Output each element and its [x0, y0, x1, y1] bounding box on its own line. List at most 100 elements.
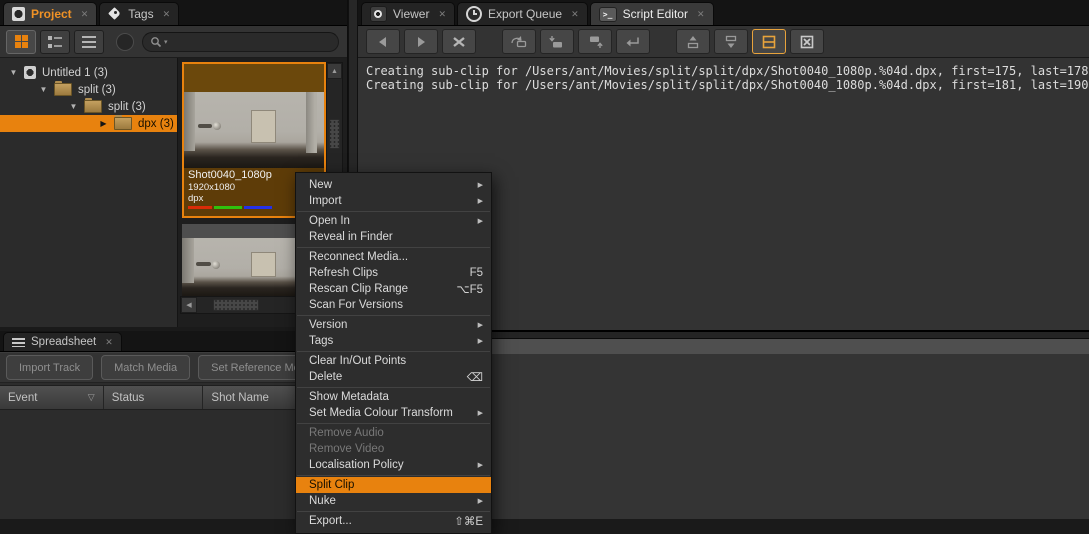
door-handle — [196, 262, 210, 266]
menu-item-scan-for-versions[interactable]: Scan For Versions — [296, 297, 491, 313]
menu-item-rescan-clip-range[interactable]: Rescan Clip Range⌥F5 — [296, 281, 491, 297]
run-script-button[interactable] — [616, 29, 650, 54]
project-toolbar: ▾ — [0, 26, 347, 58]
tree-item-split-3-[interactable]: ▼split (3) — [0, 98, 177, 115]
menu-item-open-in[interactable]: Open In▶ — [296, 213, 491, 229]
history-back-button[interactable] — [366, 29, 400, 54]
hiero-workspace: { "colors": {"accent": "#e8820e", "panel… — [0, 0, 1089, 519]
submenu-arrow-icon: ▶ — [478, 337, 483, 345]
column-header-event[interactable]: Event▽ — [0, 386, 104, 409]
submenu-arrow-icon: ▶ — [478, 321, 483, 329]
menu-item-tags[interactable]: Tags▶ — [296, 333, 491, 349]
menu-item-remove-video: Remove Video — [296, 441, 491, 457]
menu-separator — [297, 351, 490, 352]
tab-spreadsheet[interactable]: Spreadsheet✕ — [3, 332, 122, 351]
match-media-button[interactable]: Match Media — [101, 355, 190, 380]
menu-item-clear-in-out-points[interactable]: Clear In/Out Points — [296, 353, 491, 369]
menu-item-label: Nuke — [309, 495, 470, 507]
blue-channel-bar — [244, 206, 272, 209]
column-header-status[interactable]: Status — [104, 386, 204, 409]
terminal-icon — [599, 7, 617, 22]
search-input[interactable] — [170, 35, 331, 49]
door-sign — [251, 252, 276, 277]
tree-item-untitled-1-3-[interactable]: ▼Untitled 1 (3) — [0, 64, 177, 81]
input-pane-button[interactable] — [676, 29, 710, 54]
menu-item-remove-audio: Remove Audio — [296, 425, 491, 441]
viewer-icon — [370, 6, 387, 22]
split-pane-icon — [760, 35, 778, 49]
history-back-icon — [374, 35, 392, 49]
close-tab-icon[interactable]: ✕ — [697, 9, 705, 20]
grid-view-button[interactable] — [6, 30, 36, 54]
menu-item-label: Localisation Policy — [309, 459, 470, 471]
detail-view-button[interactable] — [40, 30, 70, 54]
save-script-button[interactable] — [578, 29, 612, 54]
submenu-arrow-icon: ▶ — [478, 181, 483, 189]
menu-item-reveal-in-finder[interactable]: Reveal in Finder — [296, 229, 491, 245]
tree-item-dpx-3-[interactable]: ▶dpx (3) — [0, 115, 177, 132]
close-tab-icon[interactable]: ✕ — [105, 337, 113, 348]
menu-item-reconnect-media[interactable]: Reconnect Media... — [296, 249, 491, 265]
status-dot[interactable] — [116, 33, 134, 51]
close-tab-icon[interactable]: ✕ — [571, 9, 579, 20]
menu-item-label: Remove Video — [309, 443, 483, 455]
tab-export-queue[interactable]: Export Queue✕ — [457, 2, 588, 25]
clear-output-button[interactable] — [790, 29, 824, 54]
menu-shortcut: ⌥F5 — [456, 282, 483, 296]
door-sign — [251, 110, 275, 142]
output-pane-button[interactable] — [714, 29, 748, 54]
sort-indicator-icon[interactable]: ▽ — [88, 392, 95, 403]
scroll-up-button[interactable]: ▲ — [327, 63, 342, 79]
menu-item-show-metadata[interactable]: Show Metadata — [296, 389, 491, 405]
menu-item-label: Clear In/Out Points — [309, 355, 483, 367]
collapse-arrow-icon[interactable]: ▼ — [38, 85, 49, 94]
history-forward-button[interactable] — [404, 29, 438, 54]
menu-item-set-media-colour-transform[interactable]: Set Media Colour Transform▶ — [296, 405, 491, 421]
search-box: ▾ — [142, 32, 339, 52]
split-pane-button[interactable] — [752, 29, 786, 54]
menu-shortcut: F5 — [470, 267, 483, 279]
scroll-left-button[interactable]: ◀ — [181, 297, 197, 313]
list-view-button[interactable] — [74, 30, 104, 54]
project-doc-icon — [24, 66, 36, 79]
tab-tags[interactable]: Tags✕ — [99, 2, 179, 25]
submenu-arrow-icon: ▶ — [478, 197, 483, 205]
tab-script-editor[interactable]: Script Editor✕ — [590, 2, 714, 25]
vertical-scroll-thumb[interactable] — [329, 119, 340, 149]
close-tab-icon[interactable]: ✕ — [163, 9, 171, 20]
search-icon — [150, 36, 162, 48]
folder-icon — [114, 117, 132, 130]
close-tab-icon[interactable]: ✕ — [438, 9, 446, 20]
project-tree: ▼Untitled 1 (3)▼split (3)▼split (3)▶dpx … — [0, 58, 178, 327]
menu-item-new[interactable]: New▶ — [296, 177, 491, 193]
menu-item-import[interactable]: Import▶ — [296, 193, 491, 209]
clear-history-button[interactable] — [442, 29, 476, 54]
tab-viewer[interactable]: Viewer✕ — [361, 2, 455, 25]
folder-icon — [84, 100, 102, 113]
source-script-button[interactable] — [502, 29, 536, 54]
menu-item-localisation-policy[interactable]: Localisation Policy▶ — [296, 457, 491, 473]
menu-item-export[interactable]: Export...⇧⌘E — [296, 513, 491, 529]
menu-item-refresh-clips[interactable]: Refresh ClipsF5 — [296, 265, 491, 281]
load-script-button[interactable] — [540, 29, 574, 54]
menu-item-label: Refresh Clips — [309, 267, 470, 279]
menu-item-version[interactable]: Version▶ — [296, 317, 491, 333]
expand-arrow-icon[interactable]: ▶ — [98, 119, 109, 128]
tree-item-split-3-[interactable]: ▼split (3) — [0, 81, 177, 98]
search-filter-dropdown-icon[interactable]: ▾ — [164, 38, 168, 46]
horizontal-scroll-thumb[interactable] — [213, 299, 259, 311]
project-icon — [12, 7, 25, 21]
run-script-icon — [624, 35, 642, 49]
menu-item-label: Reveal in Finder — [309, 231, 483, 243]
close-tab-icon[interactable]: ✕ — [81, 9, 89, 20]
tag-icon — [108, 7, 122, 21]
collapse-arrow-icon[interactable]: ▼ — [68, 102, 79, 111]
menu-item-label: Reconnect Media... — [309, 251, 483, 263]
import-track-button[interactable]: Import Track — [6, 355, 93, 380]
tab-project[interactable]: Project✕ — [3, 2, 97, 25]
menu-item-nuke[interactable]: Nuke▶ — [296, 493, 491, 509]
menu-item-delete[interactable]: Delete⌫ — [296, 369, 491, 385]
menu-item-split-clip[interactable]: Split Clip — [296, 477, 491, 493]
collapse-arrow-icon[interactable]: ▼ — [8, 68, 19, 77]
history-forward-icon — [412, 35, 430, 49]
